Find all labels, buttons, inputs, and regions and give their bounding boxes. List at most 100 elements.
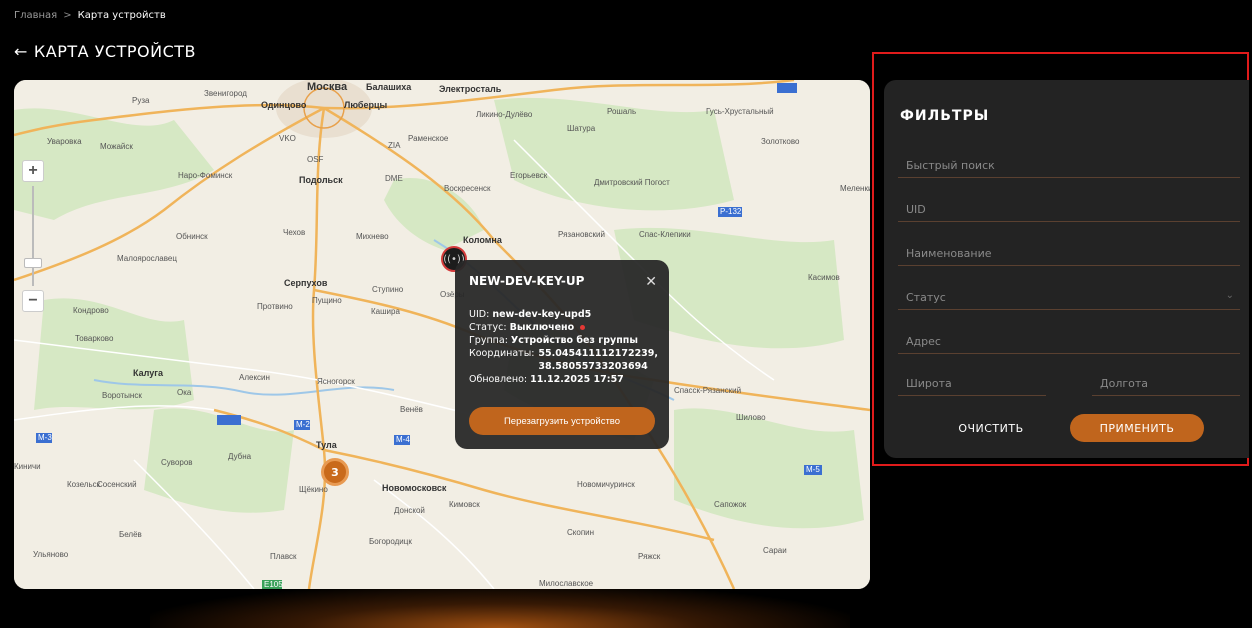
page-title-text: КАРТА УСТРОЙСТВ (33, 42, 196, 61)
map-label: Кондрово (73, 306, 109, 315)
map-label: Белёв (119, 530, 142, 539)
longitude-input[interactable]: Долгота (1092, 372, 1240, 396)
bottom-glow (150, 585, 850, 628)
close-icon[interactable]: ✕ (645, 274, 657, 290)
map-label: Наро-Фоминск (178, 171, 233, 180)
breadcrumb-home[interactable]: Главная (14, 10, 57, 21)
status-value: Выключено (509, 322, 575, 333)
map-label: Шатура (567, 124, 596, 133)
map-label: Одинцово (261, 100, 307, 110)
page-title: ← КАРТА УСТРОЙСТВ (14, 42, 196, 61)
group-value: Устройство без группы (510, 335, 638, 346)
map-base (14, 80, 870, 589)
map-label: Воротынск (102, 391, 142, 400)
map-label: Рошаль (607, 107, 637, 116)
uid-value: new-dev-key-upd5 (492, 309, 592, 320)
status-select[interactable]: Статус ⌄ (898, 286, 1240, 310)
latitude-input[interactable]: Широта (898, 372, 1046, 396)
map-label: Обнинск (176, 232, 208, 241)
map-label: Ульяново (33, 550, 69, 559)
coords-lon: 38.58055733203694 (538, 361, 648, 372)
map-label: Суворов (161, 458, 193, 467)
back-arrow-icon[interactable]: ← (14, 42, 28, 61)
map-label: Подольск (299, 175, 343, 185)
map-label: Люберцы (344, 100, 388, 110)
map-label: Венёв (400, 405, 423, 414)
map-label: VKO (279, 134, 296, 143)
address-input[interactable]: Адрес (898, 330, 1240, 354)
coords-lat: 55.045411112172239, (538, 348, 659, 359)
map-label: Кашира (371, 307, 400, 316)
map-label: Москва (307, 81, 348, 93)
name-input[interactable]: Наименование (898, 242, 1240, 266)
map[interactable]: Москва Балашиха Электросталь Звенигород … (14, 80, 870, 589)
status-select-label: Статус (906, 291, 946, 304)
map-label: Милославское (539, 579, 594, 588)
breadcrumb: Главная > Карта устройств (14, 10, 166, 21)
map-label: Воскресенск (444, 184, 491, 193)
map-label: Михнево (356, 232, 389, 241)
map-label: Рязановский (558, 230, 605, 239)
zoom-slider-handle[interactable] (24, 258, 42, 268)
map-label: Коломна (463, 235, 502, 245)
map-label: Сапожок (714, 500, 747, 509)
popup-uid-row: UID: new-dev-key-upd5 (469, 308, 655, 321)
map-label: Балашиха (366, 82, 412, 92)
map-label: Щёкино (299, 485, 328, 494)
popup-title: NEW-DEV-KEY-UP (469, 274, 585, 288)
zoom-slider[interactable] (24, 186, 42, 286)
map-label: Раменское (408, 134, 449, 143)
map-road-label: М-5 (806, 465, 820, 474)
map-label: Сараи (763, 546, 787, 555)
map-label: Электросталь (439, 84, 502, 94)
map-road-label: Е105 (264, 580, 283, 589)
cluster-marker[interactable]: 3 (321, 458, 349, 486)
updated-value: 11.12.2025 17:57 (530, 374, 624, 385)
clear-button[interactable]: ОЧИСТИТЬ (936, 416, 1046, 440)
quick-search-input[interactable]: Быстрый поиск (898, 154, 1240, 178)
popup-updated-row: Обновлено: 11.12.2025 17:57 (469, 373, 655, 386)
apply-button[interactable]: ПРИМЕНИТЬ (1070, 414, 1204, 442)
map-label: Серпухов (284, 278, 328, 288)
group-label: Группа: (469, 335, 508, 346)
zoom-out-button[interactable]: − (22, 290, 44, 312)
map-label: Уваровка (47, 137, 82, 146)
status-indicator (580, 325, 586, 330)
breadcrumb-current: Карта устройств (77, 10, 166, 21)
map-label: Богородицк (369, 537, 412, 546)
map-label: Кимовск (449, 500, 480, 509)
coords-label: Координаты: (469, 348, 535, 359)
map-label: Спас-Клепики (639, 230, 691, 239)
chevron-down-icon: ⌄ (1225, 290, 1234, 301)
map-label: Гусь-Хрустальный (706, 107, 774, 116)
map-label: DME (385, 174, 403, 183)
map-label: Калуга (133, 368, 163, 378)
uid-input[interactable]: UID (898, 198, 1240, 222)
map-label: Ока (177, 388, 192, 397)
map-label: Можайск (100, 142, 133, 151)
popup-details: UID: new-dev-key-upd5 Статус: Выключено … (469, 308, 659, 386)
map-label: Плавск (270, 552, 297, 561)
map-label: Скопин (567, 528, 595, 537)
status-label: Статус: (469, 322, 507, 333)
map-label: ZIA (388, 141, 401, 150)
map-label: Козельск (67, 480, 101, 489)
popup-group-row: Группа: Устройство без группы (469, 334, 655, 347)
map-label: Товарково (75, 334, 114, 343)
map-label: Тула (316, 440, 337, 450)
popup-status-row: Статус: Выключено (469, 321, 655, 334)
reboot-device-button[interactable]: Перезагрузить устройство (469, 407, 655, 435)
filters-title: ФИЛЬТРЫ (900, 108, 990, 124)
map-label: Дмитровский Погост (594, 178, 670, 187)
filters-panel: ФИЛЬТРЫ Быстрый поиск UID Наименование С… (884, 80, 1249, 458)
map-label: Ясногорск (317, 377, 355, 386)
map-label: Протвино (257, 302, 293, 311)
map-label: Новомосковск (382, 483, 447, 493)
device-popup: NEW-DEV-KEY-UP ✕ UID: new-dev-key-upd5 С… (455, 260, 669, 449)
zoom-control: + − (22, 160, 44, 312)
map-label: Егорьевск (510, 171, 548, 180)
popup-coords-row: Координаты: 55.045411112172239, 38.58055… (469, 347, 659, 373)
zoom-in-button[interactable]: + (22, 160, 44, 182)
map-label: Ликино-Дулёво (476, 110, 533, 119)
map-label: Руза (132, 96, 150, 105)
